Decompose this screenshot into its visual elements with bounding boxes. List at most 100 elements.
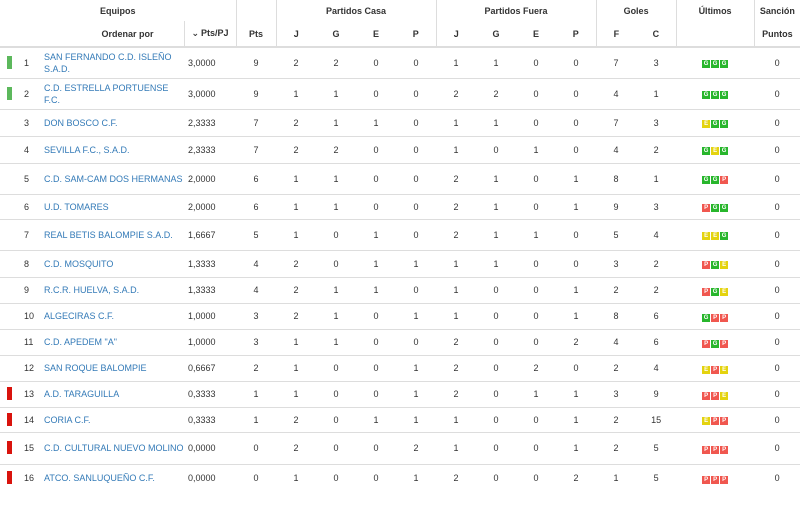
stat-hg-cell: 0 <box>333 229 339 240</box>
table-row: 9 R.C.R. HUELVA, S.A.D. 1,3333 4 2 1 1 0 1 0 0 1 2 2 P… <box>0 277 800 303</box>
stat-ae-cell: 1 <box>533 389 539 399</box>
stat-hj-cell: 1 <box>293 473 299 484</box>
stat-gc-cell: 1 <box>653 173 659 184</box>
col-home-p[interactable]: P <box>396 21 436 47</box>
stat-he-cell: 0 <box>373 144 379 155</box>
sancion-cell: 0 <box>774 337 780 347</box>
zone-marker-cell <box>0 194 19 219</box>
team-link[interactable]: C.D. MOSQUITO <box>44 259 113 269</box>
stat-aj-cell: 2 <box>453 88 459 99</box>
stat-ap-cell: 1 <box>573 389 579 399</box>
stat-ae-cell: 2 <box>533 363 539 373</box>
stat-hj-cell: 1 <box>293 363 299 373</box>
zone-marker-cell <box>0 109 19 136</box>
last-results-cell: PPE <box>676 381 754 407</box>
team-link[interactable]: REAL BETIS BALOMPIE S.A.D. <box>44 230 173 240</box>
result-badge-win: G <box>711 204 720 212</box>
stat-he-cell: 1 <box>373 258 379 269</box>
team-link[interactable]: DON BOSCO C.F. <box>44 118 118 128</box>
last-results-cell: PPP <box>676 464 754 492</box>
team-link[interactable]: SEVILLA F.C., S.A.D. <box>44 145 130 155</box>
stat-ap-cell: 2 <box>573 473 579 484</box>
pts-cell: 0 <box>253 473 259 484</box>
stat-hj-cell: 2 <box>293 258 299 269</box>
team-link[interactable]: C.D. APEDEM "A" <box>44 337 117 347</box>
team-link[interactable]: C.D. CULTURAL NUEVO MOLINO <box>44 443 184 453</box>
table-row: 7 REAL BETIS BALOMPIE S.A.D. 1,6667 5 1 0 1 0 2 1… <box>0 219 800 250</box>
team-link[interactable]: U.D. TOMARES <box>44 202 109 212</box>
stat-gf-cell: 4 <box>613 88 619 99</box>
result-badge-draw: E <box>702 417 711 425</box>
col-home-g[interactable]: G <box>316 21 356 47</box>
stat-ae-cell: 1 <box>533 229 539 240</box>
team-cell: ATCO. SANLUQUEÑO C.F. <box>41 464 184 492</box>
stat-hp-cell: 1 <box>413 389 419 399</box>
stat-ap-cell: 1 <box>573 201 579 212</box>
position-cell: 12 <box>24 363 35 373</box>
stat-ap-cell: 0 <box>573 144 579 155</box>
col-away-p[interactable]: P <box>556 21 596 47</box>
stat-aj-cell: 2 <box>453 473 459 484</box>
team-link[interactable]: ATCO. SANLUQUEÑO C.F. <box>44 473 155 483</box>
result-badge-win: G <box>720 120 729 128</box>
team-link[interactable]: A.D. TARAGUILLA <box>44 389 119 399</box>
stat-he-cell: 0 <box>373 473 379 484</box>
stat-gf-cell: 7 <box>613 57 619 68</box>
stat-hj-cell: 1 <box>293 389 299 399</box>
sancion-cell: 0 <box>774 201 780 212</box>
stat-ag-cell: 1 <box>493 57 499 68</box>
stat-hp-cell: 0 <box>413 337 419 347</box>
team-link[interactable]: ALGECIRAS C.F. <box>44 311 114 321</box>
team-link[interactable]: C.D. SAM-CAM DOS HERMANAS <box>44 174 183 184</box>
stat-hg-cell: 1 <box>333 311 339 321</box>
zone-flag-red <box>7 441 12 454</box>
last-results-cell: PPP <box>676 432 754 464</box>
col-goals-f[interactable]: F <box>595 21 637 47</box>
table-row: 4 SEVILLA F.C., S.A.D. 2,3333 7 2 2 0 0 1 0 1 0 4 2 G E… <box>0 136 800 163</box>
stat-ag-cell: 1 <box>493 201 499 212</box>
team-link[interactable]: C.D. ESTRELLA PORTUENSE F.C. <box>44 83 168 105</box>
sort-order-label: Ordenar por <box>101 28 154 39</box>
col-goals-c[interactable]: C <box>636 21 676 47</box>
stat-he-cell: 0 <box>373 88 379 99</box>
col-home-j[interactable]: J <box>275 21 316 47</box>
team-link[interactable]: SAN FERNANDO C.D. ISLEÑO S.A.D. <box>44 52 172 74</box>
col-away-g[interactable]: G <box>476 21 516 47</box>
stat-ae-cell: 0 <box>533 285 539 295</box>
stat-gf-cell: 4 <box>613 144 619 155</box>
standings-body: 1 SAN FERNANDO C.D. ISLEÑO S.A.D. 3,0000 9 2… <box>0 47 800 492</box>
stat-hj-cell: 1 <box>293 88 299 99</box>
result-badge-loss: P <box>720 475 729 484</box>
stat-gc-cell: 3 <box>653 201 659 212</box>
stat-aj-cell: 1 <box>453 117 459 128</box>
zone-flag-red <box>7 412 12 426</box>
result-badge-loss: P <box>702 204 711 212</box>
sort-pts-pj-button[interactable]: ⌄ Pts/PJ <box>183 21 236 47</box>
pts-pj-cell: 1,0000 <box>188 337 216 347</box>
stat-hj-cell: 2 <box>293 443 299 453</box>
stat-ap-cell: 0 <box>573 258 579 269</box>
stat-ag-cell: 0 <box>493 414 499 425</box>
header-partidos-casa: Partidos Casa <box>275 0 437 21</box>
pts-pj-cell: 1,3333 <box>188 258 216 269</box>
stat-gc-cell: 4 <box>653 363 659 373</box>
pts-pj-cell: 1,0000 <box>188 311 216 321</box>
team-link[interactable]: CORIA C.F. <box>44 415 91 425</box>
header-ultimos: Últimos <box>675 0 755 21</box>
team-link[interactable]: SAN ROQUE BALOMPIE <box>44 363 147 373</box>
zone-marker-cell <box>0 303 19 329</box>
col-away-e[interactable]: E <box>516 21 556 47</box>
zone-marker-cell <box>0 250 19 277</box>
table-row: 2 C.D. ESTRELLA PORTUENSE F.C. 3,0000 9 1 1 0 0… <box>0 78 800 109</box>
col-pts[interactable]: Pts <box>235 21 276 47</box>
stat-hp-cell: 1 <box>413 311 419 321</box>
col-home-e[interactable]: E <box>356 21 396 47</box>
last-results-cell: EPE <box>676 355 754 381</box>
table-row: 15 C.D. CULTURAL NUEVO MOLINO 0,0000 0 2 0 0 2 1… <box>0 432 800 464</box>
team-cell: C.D. ESTRELLA PORTUENSE F.C. <box>41 78 184 109</box>
stat-gc-cell: 1 <box>653 88 659 99</box>
zone-marker-cell <box>0 136 19 163</box>
col-away-j[interactable]: J <box>435 21 477 47</box>
team-link[interactable]: R.C.R. HUELVA, S.A.D. <box>44 285 139 295</box>
stat-he-cell: 0 <box>373 311 379 321</box>
